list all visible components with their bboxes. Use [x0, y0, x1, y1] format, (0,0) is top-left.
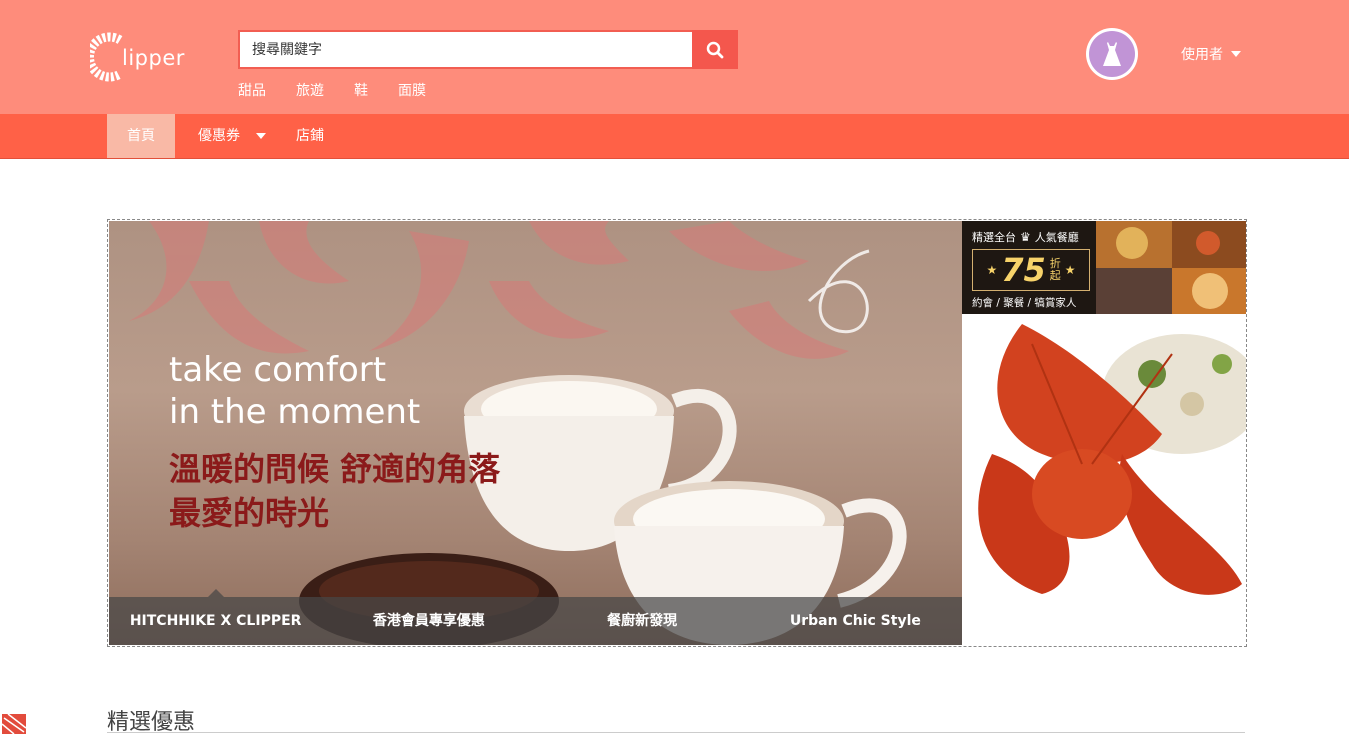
hot-keyword-link[interactable]: 旅遊: [296, 80, 324, 100]
logo[interactable]: lipper: [90, 32, 200, 82]
side-banner-restaurants[interactable]: 精選全台 ♛ 人氣餐廳 ★ 75 折 起 ★ 約會 / 聚餐 / 犒賞家人: [962, 221, 1246, 314]
nav-home-label: 首頁: [127, 128, 155, 144]
star-icon: ★: [986, 263, 998, 277]
nav-shops[interactable]: 店鋪: [296, 114, 324, 158]
side-banner-tagline: 約會 / 聚餐 / 犒賞家人: [972, 297, 1077, 309]
hero-banner: take comfort in the moment 溫暖的問候 舒適的角落 最…: [107, 219, 1247, 647]
slide-illustration: [129, 221, 907, 645]
avatar-circle: [1089, 31, 1135, 77]
slide-tab[interactable]: Urban Chic Style: [749, 597, 962, 645]
side-banner-heading: 精選全台 ♛ 人氣餐廳: [972, 229, 1079, 245]
nav-coupons[interactable]: 優惠券: [198, 114, 267, 158]
discount-unit: 折 起: [1050, 258, 1061, 282]
hot-keyword-link[interactable]: 甜品: [238, 80, 266, 100]
nav-shops-label: 店鋪: [296, 128, 324, 144]
user-label: 使用者: [1181, 47, 1223, 63]
avatar[interactable]: [1086, 28, 1138, 80]
nav-home[interactable]: 首頁: [107, 114, 175, 158]
flag-icon[interactable]: [0, 712, 28, 734]
search-button[interactable]: [692, 30, 738, 69]
hot-keywords: 甜品 旅遊 鞋 面膜: [238, 80, 456, 100]
chevron-down-icon: [256, 133, 267, 139]
slide-heading-zh: 溫暖的問候 舒適的角落 最愛的時光: [169, 447, 500, 535]
chevron-down-icon: [1231, 51, 1241, 57]
discount-value: 75: [1001, 251, 1046, 289]
crown-icon: ♛: [1020, 230, 1031, 244]
star-icon: ★: [1064, 263, 1076, 277]
slide-heading-zh-line1: 溫暖的問候 舒適的角落: [169, 450, 501, 488]
search-icon: [706, 41, 724, 58]
lobster-image: [978, 324, 1246, 595]
slide-heading-en-line1: take comfort: [169, 350, 387, 390]
logo-c-icon: [90, 32, 123, 82]
discount-unit-2: 起: [1049, 269, 1061, 282]
slide-tab[interactable]: HITCHHIKE X CLIPPER: [109, 589, 322, 645]
top-header: lipper 甜品 旅遊 鞋 面膜 使用者: [0, 0, 1349, 114]
discount-box: ★ 75 折 起 ★: [972, 249, 1090, 291]
side-banner-heading-right: 人氣餐廳: [1034, 231, 1079, 244]
hot-keyword-link[interactable]: 面膜: [398, 80, 426, 100]
slide-heading-zh-line2: 最愛的時光: [169, 494, 330, 532]
slide-heading-en-line2: in the moment: [169, 392, 421, 432]
slide-tabs: HITCHHIKE X CLIPPER 香港會員專享優惠 餐廚新發現 Urban…: [109, 589, 962, 645]
slide-tab[interactable]: 餐廚新發現: [536, 597, 749, 645]
logo-text: lipper: [122, 46, 185, 70]
slide-heading-en: take comfort in the moment: [169, 349, 420, 433]
hero-slide[interactable]: take comfort in the moment 溫暖的問候 舒適的角落 最…: [109, 221, 962, 645]
nav-coupons-label: 優惠券: [198, 128, 240, 144]
section-divider: [107, 732, 1245, 733]
hot-keyword-link[interactable]: 鞋: [354, 80, 368, 100]
dress-icon: [1103, 42, 1121, 66]
search-bar: [238, 30, 738, 69]
user-menu[interactable]: 使用者: [1181, 44, 1241, 64]
side-banner-heading-left: 精選全台: [972, 231, 1016, 244]
main-nav: 首頁 優惠券 店鋪: [0, 114, 1349, 159]
slide-tab[interactable]: 香港會員專享優惠: [322, 597, 535, 645]
side-banner-lobster[interactable]: [962, 314, 1246, 602]
search-input[interactable]: [238, 30, 704, 69]
